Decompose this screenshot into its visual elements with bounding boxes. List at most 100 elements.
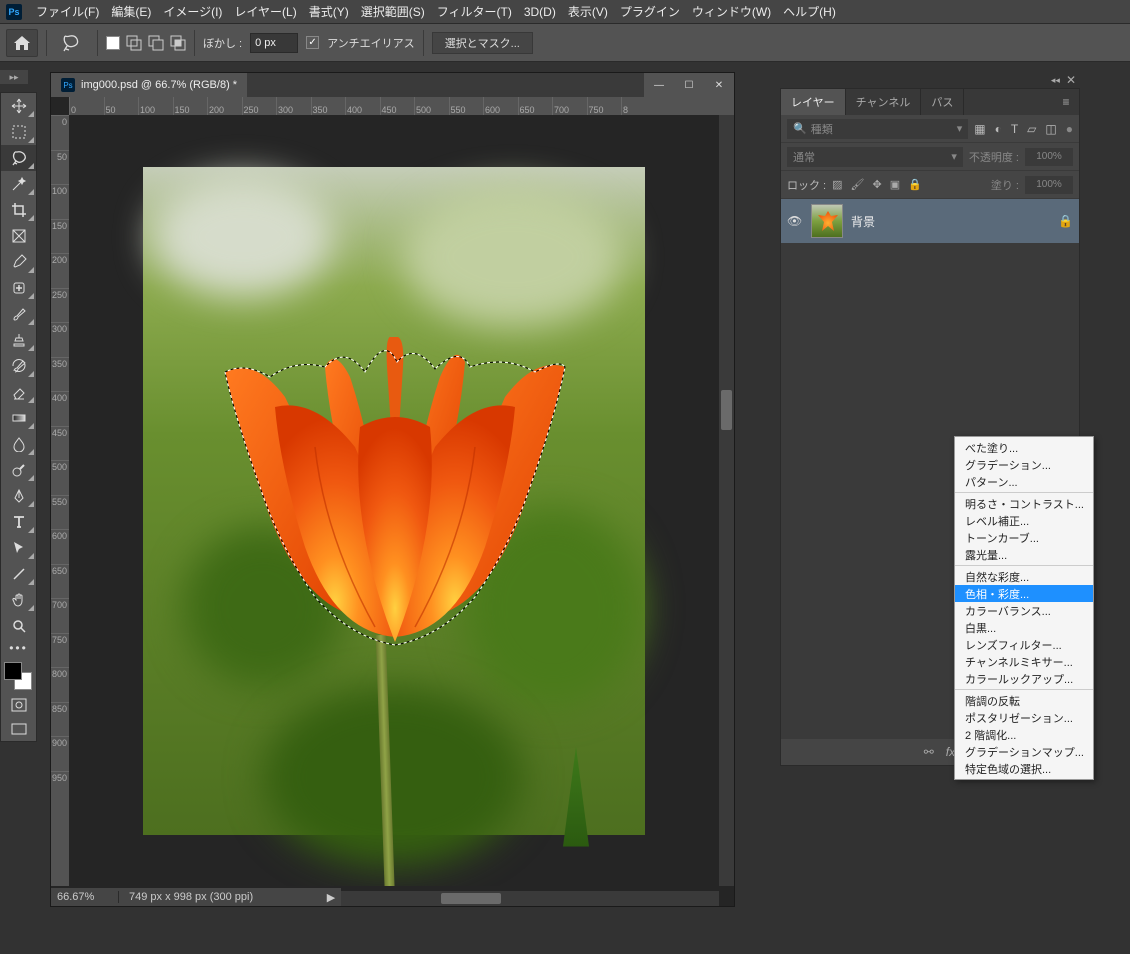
canvas[interactable] bbox=[69, 115, 719, 886]
brush-tool[interactable] bbox=[1, 301, 36, 327]
tab-channels[interactable]: チャンネル bbox=[846, 89, 922, 115]
context-menu-item[interactable]: グラデーション... bbox=[955, 456, 1093, 473]
context-menu-item[interactable]: 2 階調化... bbox=[955, 726, 1093, 743]
menu-filter[interactable]: フィルター(T) bbox=[431, 1, 518, 22]
eyedropper-tool[interactable] bbox=[1, 249, 36, 275]
minimize-button[interactable]: — bbox=[644, 73, 674, 97]
document-info[interactable]: 749 px x 998 px (300 ppi) bbox=[119, 891, 321, 903]
lock-artboard-icon[interactable]: ▣ bbox=[890, 178, 900, 191]
zoom-tool[interactable] bbox=[1, 613, 36, 639]
context-menu-item[interactable]: カラールックアップ... bbox=[955, 670, 1093, 687]
menu-file[interactable]: ファイル(F) bbox=[30, 1, 105, 22]
dock-collapse-icon[interactable]: ▸▸ bbox=[0, 70, 28, 84]
dock-collapse-icon[interactable]: ◂◂ bbox=[1051, 75, 1060, 86]
context-menu-item[interactable]: 色相・彩度... bbox=[955, 585, 1093, 602]
menu-plugin[interactable]: プラグイン bbox=[614, 1, 686, 22]
color-swatches[interactable] bbox=[1, 659, 36, 693]
context-menu-item[interactable]: 露光量... bbox=[955, 546, 1093, 563]
panel-menu-icon[interactable]: ≡ bbox=[1053, 89, 1079, 115]
fill-input[interactable]: 100% bbox=[1025, 176, 1073, 194]
context-menu-item[interactable]: グラデーションマップ... bbox=[955, 743, 1093, 760]
gradient-tool[interactable] bbox=[1, 405, 36, 431]
blend-mode-select[interactable]: 通常▾ bbox=[787, 147, 963, 167]
crop-tool[interactable] bbox=[1, 197, 36, 223]
context-menu-item[interactable]: レベル補正... bbox=[955, 512, 1093, 529]
lasso-tool[interactable] bbox=[1, 145, 36, 171]
layer-name[interactable]: 背景 bbox=[851, 213, 1050, 230]
close-button[interactable]: ✕ bbox=[704, 73, 734, 97]
context-menu-item[interactable]: レンズフィルター... bbox=[955, 636, 1093, 653]
context-menu-item[interactable]: 特定色域の選択... bbox=[955, 760, 1093, 777]
dock-close-icon[interactable]: ✕ bbox=[1066, 73, 1076, 87]
status-chevron-icon[interactable]: ▶ bbox=[321, 891, 341, 904]
visibility-toggle-icon[interactable]: 👁 bbox=[787, 214, 803, 228]
context-menu-item[interactable]: トーンカーブ... bbox=[955, 529, 1093, 546]
layer-thumbnail[interactable] bbox=[811, 204, 843, 238]
foreground-color[interactable] bbox=[4, 662, 22, 680]
feather-input[interactable] bbox=[250, 33, 298, 53]
context-menu-item[interactable]: ポスタリゼーション... bbox=[955, 709, 1093, 726]
context-menu-item[interactable]: カラーバランス... bbox=[955, 602, 1093, 619]
quick-mask-button[interactable] bbox=[1, 693, 36, 717]
link-layers-icon[interactable]: ⚯ bbox=[924, 745, 934, 759]
menu-help[interactable]: ヘルプ(H) bbox=[777, 1, 842, 22]
frame-tool[interactable] bbox=[1, 223, 36, 249]
history-brush-tool[interactable] bbox=[1, 353, 36, 379]
home-button[interactable] bbox=[6, 29, 38, 57]
lock-pixels-icon[interactable]: 🖌 bbox=[851, 178, 865, 191]
context-menu-item[interactable]: 自然な彩度... bbox=[955, 568, 1093, 585]
heal-tool[interactable] bbox=[1, 275, 36, 301]
scrollbar-thumb[interactable] bbox=[441, 893, 501, 904]
menu-window[interactable]: ウィンドウ(W) bbox=[686, 1, 777, 22]
menu-layer[interactable]: レイヤー(L) bbox=[228, 1, 302, 22]
move-tool[interactable] bbox=[1, 93, 36, 119]
active-tool-icon[interactable] bbox=[55, 29, 89, 57]
lock-all-icon[interactable]: 🔒 bbox=[908, 178, 922, 191]
eraser-tool[interactable] bbox=[1, 379, 36, 405]
filter-shape-icon[interactable]: ▱ bbox=[1027, 122, 1036, 136]
selection-add-icon[interactable] bbox=[126, 35, 142, 51]
context-menu-item[interactable]: べた塗り... bbox=[955, 439, 1093, 456]
zoom-level[interactable]: 66.67% bbox=[51, 891, 119, 903]
menu-type[interactable]: 書式(Y) bbox=[303, 1, 355, 22]
menu-select[interactable]: 選択範囲(S) bbox=[355, 1, 431, 22]
menu-edit[interactable]: 編集(E) bbox=[105, 1, 157, 22]
filter-adjust-icon[interactable]: ◐ bbox=[995, 122, 1002, 136]
filter-type-icon[interactable]: T bbox=[1011, 122, 1018, 136]
scrollbar-horizontal[interactable] bbox=[341, 891, 719, 906]
scrollbar-vertical[interactable] bbox=[719, 115, 734, 886]
line-tool[interactable] bbox=[1, 561, 36, 587]
select-and-mask-button[interactable]: 選択とマスク... bbox=[432, 32, 533, 54]
context-menu-item[interactable]: パターン... bbox=[955, 473, 1093, 490]
stamp-tool[interactable] bbox=[1, 327, 36, 353]
dodge-tool[interactable] bbox=[1, 457, 36, 483]
context-menu-item[interactable]: チャンネルミキサー... bbox=[955, 653, 1093, 670]
edit-toolbar-button[interactable]: ••• bbox=[1, 639, 36, 657]
menu-view[interactable]: 表示(V) bbox=[562, 1, 614, 22]
filter-smart-icon[interactable]: ◫ bbox=[1045, 122, 1056, 136]
selection-new-icon[interactable] bbox=[106, 36, 120, 50]
filter-toggle-icon[interactable]: ● bbox=[1066, 122, 1073, 136]
ruler-vertical[interactable]: 0501001502002503003504004505005506006507… bbox=[51, 115, 69, 886]
maximize-button[interactable]: ☐ bbox=[674, 73, 704, 97]
scrollbar-thumb[interactable] bbox=[721, 390, 732, 430]
magic-wand-tool[interactable] bbox=[1, 171, 36, 197]
menu-image[interactable]: イメージ(I) bbox=[157, 1, 228, 22]
selection-subtract-icon[interactable] bbox=[148, 35, 164, 51]
lock-transparent-icon[interactable]: ▨ bbox=[832, 178, 842, 191]
context-menu-item[interactable]: 階調の反転 bbox=[955, 692, 1093, 709]
layer-row[interactable]: 👁 背景 🔒 bbox=[781, 199, 1079, 243]
pen-tool[interactable] bbox=[1, 483, 36, 509]
menu-3d[interactable]: 3D(D) bbox=[518, 3, 562, 21]
blur-tool[interactable] bbox=[1, 431, 36, 457]
type-tool[interactable] bbox=[1, 509, 36, 535]
hand-tool[interactable] bbox=[1, 587, 36, 613]
layer-filter-kind[interactable]: 🔍 種類 ▾ bbox=[787, 119, 968, 139]
antialias-checkbox[interactable]: ✓ bbox=[306, 36, 319, 49]
selection-intersect-icon[interactable] bbox=[170, 35, 186, 51]
opacity-input[interactable]: 100% bbox=[1025, 148, 1073, 166]
filter-pixel-icon[interactable]: ▦ bbox=[974, 122, 985, 136]
tab-paths[interactable]: パス bbox=[921, 89, 964, 115]
tab-layers[interactable]: レイヤー bbox=[781, 89, 846, 115]
ruler-horizontal[interactable]: 0501001502002503003504004505005506006507… bbox=[69, 97, 734, 115]
